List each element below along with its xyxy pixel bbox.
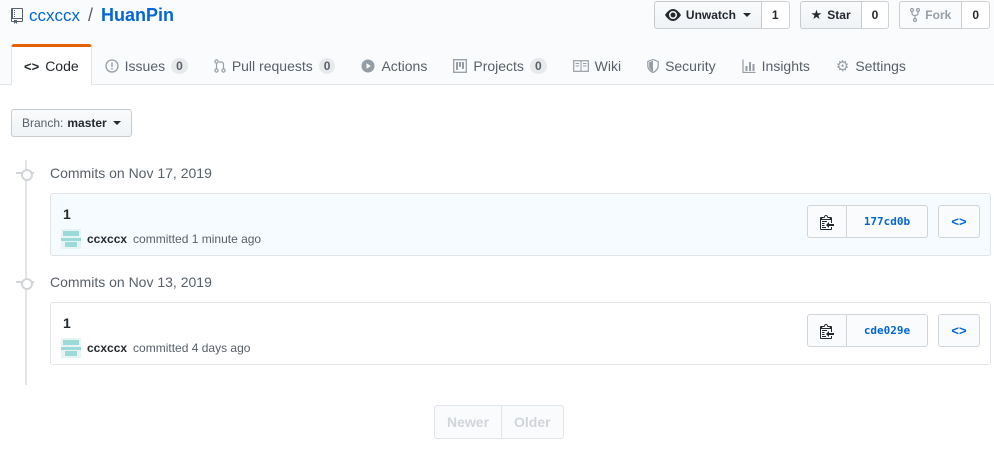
commit-message-link[interactable]: 1 xyxy=(63,315,71,331)
fork-icon xyxy=(910,8,921,22)
shield-icon xyxy=(647,58,659,73)
clipboard-icon xyxy=(820,323,834,339)
star-count[interactable]: 0 xyxy=(861,1,890,29)
tab-insights-label: Insights xyxy=(761,57,810,74)
sha-group: cde029e xyxy=(807,314,928,347)
browse-repo-button[interactable]: <> xyxy=(938,314,980,347)
commit-group-title: Commits on Nov 13, 2019 xyxy=(16,274,212,290)
branch-select-button[interactable]: Branch: master xyxy=(11,109,132,137)
tab-wiki-label: Wiki xyxy=(594,57,622,74)
avatar[interactable] xyxy=(61,338,81,358)
star-group: ★ Star 0 xyxy=(799,1,890,29)
copy-sha-button[interactable] xyxy=(807,205,847,238)
commit-group-date: Commits on Nov 13, 2019 xyxy=(50,274,212,290)
repo-separator: / xyxy=(88,5,94,25)
watch-count[interactable]: 1 xyxy=(761,1,790,29)
tab-security[interactable]: Security xyxy=(634,44,729,85)
commit-meta: ccxccx committed 4 days ago xyxy=(61,338,250,358)
commit-time: committed 4 days ago xyxy=(133,341,251,355)
repo-name-link[interactable]: HuanPin xyxy=(101,5,174,26)
tab-actions[interactable]: Actions xyxy=(348,44,440,85)
branch-name: master xyxy=(67,116,107,130)
star-label: Star xyxy=(827,8,851,22)
tab-security-label: Security xyxy=(665,57,716,74)
tab-pull-requests-label: Pull requests xyxy=(231,57,313,74)
tab-actions-label: Actions xyxy=(381,57,428,74)
repo-actions: Unwatch 1 ★ Star 0 Fork 0 xyxy=(653,1,990,29)
tab-settings-label: Settings xyxy=(855,57,906,74)
star-button[interactable]: ★ Star xyxy=(799,1,862,29)
commit-row: 1 ccxccx committed 1 minute ago 177cd0b … xyxy=(50,193,991,256)
code-icon: <> xyxy=(951,214,967,229)
commit-author-link[interactable]: ccxccx xyxy=(87,232,127,246)
tab-code[interactable]: <> Code xyxy=(11,44,92,86)
repo-icon xyxy=(11,7,23,24)
tab-issues-label: Issues xyxy=(124,57,166,74)
fork-count[interactable]: 0 xyxy=(962,1,990,29)
pagination: Newer Older xyxy=(434,405,564,439)
tab-wiki[interactable]: Wiki xyxy=(560,44,634,85)
commit-group-title: Commits on Nov 17, 2019 xyxy=(16,165,212,181)
tab-code-label: Code xyxy=(45,58,79,74)
newer-button[interactable]: Newer xyxy=(434,405,503,439)
fork-button[interactable]: Fork xyxy=(899,1,963,29)
tab-projects-label: Projects xyxy=(473,57,524,74)
git-commit-icon xyxy=(16,168,34,181)
pull-request-icon xyxy=(214,58,226,73)
book-icon xyxy=(572,59,589,72)
unwatch-label: Unwatch xyxy=(685,8,736,22)
chevron-down-icon xyxy=(742,13,751,17)
commit-meta: ccxccx committed 1 minute ago xyxy=(61,229,261,249)
repo-header: ccxccx / HuanPin Unwatch 1 ★ Star 0 Fork xyxy=(0,0,994,86)
browse-repo-button[interactable]: <> xyxy=(938,205,980,238)
code-icon: <> xyxy=(24,58,40,74)
repo-title: ccxccx / HuanPin xyxy=(11,5,174,26)
code-icon: <> xyxy=(951,323,967,338)
clipboard-icon xyxy=(820,214,834,230)
watch-group: Unwatch 1 xyxy=(653,1,790,29)
branch-prefix: Branch: xyxy=(22,116,64,130)
commits-timeline xyxy=(25,160,27,385)
projects-counter: 0 xyxy=(529,57,547,74)
tab-insights[interactable]: Insights xyxy=(729,44,823,85)
graph-icon xyxy=(742,59,756,73)
eye-icon xyxy=(664,9,681,21)
commit-sha-link[interactable]: 177cd0b xyxy=(847,205,928,238)
commit-time: committed 1 minute ago xyxy=(133,232,262,246)
fork-label: Fork xyxy=(925,8,952,22)
tab-pull-requests[interactable]: Pull requests 0 xyxy=(201,44,349,85)
issues-counter: 0 xyxy=(171,57,188,74)
commit-author-link[interactable]: ccxccx xyxy=(87,341,127,355)
commit-sha-link[interactable]: cde029e xyxy=(847,314,928,347)
play-icon xyxy=(361,59,375,72)
issue-icon xyxy=(105,58,119,73)
copy-sha-button[interactable] xyxy=(807,314,847,347)
project-icon xyxy=(453,58,468,73)
tab-settings[interactable]: ⚙ Settings xyxy=(823,44,919,85)
tab-projects[interactable]: Projects 0 xyxy=(440,44,559,85)
commit-row: 1 ccxccx committed 4 days ago cde029e <> xyxy=(50,302,991,365)
pulls-counter: 0 xyxy=(318,57,336,74)
older-button[interactable]: Older xyxy=(502,405,564,439)
avatar[interactable] xyxy=(61,229,81,249)
repo-owner-link[interactable]: ccxccx xyxy=(29,6,80,26)
repo-nav: <> Code Issues 0 Pull requests 0 Actions… xyxy=(11,44,919,86)
sha-group: 177cd0b xyxy=(807,205,928,238)
gear-icon: ⚙ xyxy=(835,57,850,75)
git-commit-icon xyxy=(16,277,34,290)
tab-issues[interactable]: Issues 0 xyxy=(92,44,201,85)
star-icon: ★ xyxy=(810,7,823,22)
unwatch-button[interactable]: Unwatch xyxy=(653,1,762,29)
chevron-down-icon xyxy=(112,121,121,125)
fork-group: Fork 0 xyxy=(899,1,990,29)
commit-message-link[interactable]: 1 xyxy=(63,206,71,222)
commit-group-date: Commits on Nov 17, 2019 xyxy=(50,165,212,181)
